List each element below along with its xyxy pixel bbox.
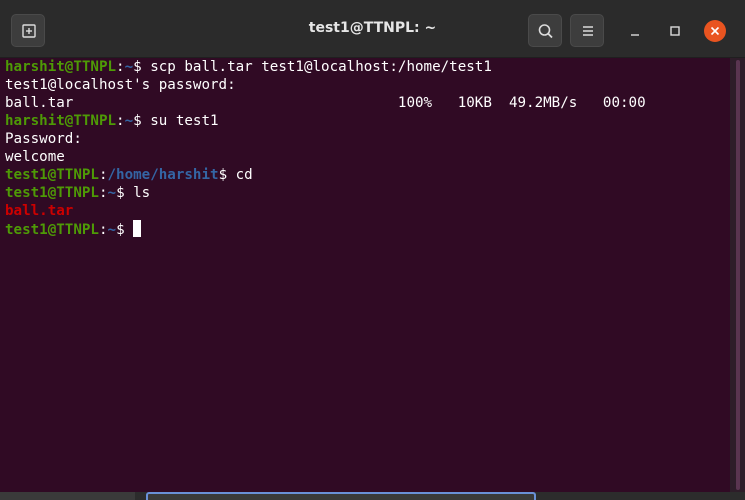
prompt-path: ~ — [107, 222, 117, 238]
prompt-user: test1@TTNPL — [5, 185, 99, 201]
search-button[interactable] — [528, 14, 562, 47]
terminal-window: test1@TTNPL: ~ harshit@TTNPL:~$ scp ball… — [0, 0, 745, 500]
prompt-separator: : — [98, 185, 108, 201]
prompt-user: harshit@TTNPL — [5, 113, 117, 129]
command-text: $ su test1 — [133, 113, 219, 129]
output-text: welcome — [5, 149, 65, 165]
close-button[interactable] — [704, 20, 726, 42]
prompt-separator: : — [116, 59, 125, 75]
prompt-user: harshit@TTNPL — [5, 59, 117, 75]
command-text: $ scp ball.tar test1@localhost:/home/tes… — [133, 59, 492, 75]
output-text: ball.tar 100% 10KB 49.2MB/s 00:00 — [5, 95, 646, 111]
taskbar-item-active[interactable] — [146, 492, 536, 500]
terminal-line: test1@TTNPL:~$ ls — [5, 184, 730, 202]
taskbar-item[interactable] — [0, 492, 135, 500]
prompt-path: /home/harshit — [107, 167, 219, 183]
terminal-line: test1@TTNPL:/home/harshit$ cd — [5, 166, 730, 184]
prompt-path: ~ — [124, 59, 134, 75]
terminal-line: harshit@TTNPL:~$ su test1 — [5, 112, 730, 130]
terminal-line: test1@TTNPL:~$ — [5, 220, 730, 238]
prompt-user: test1@TTNPL — [5, 222, 99, 238]
text-cursor — [133, 220, 142, 237]
prompt-separator: : — [98, 222, 108, 238]
minimize-icon — [631, 34, 639, 36]
prompt-path: ~ — [107, 185, 117, 201]
terminal-line: Password: — [5, 130, 730, 148]
prompt-path: ~ — [124, 113, 134, 129]
terminal-line: welcome — [5, 148, 730, 166]
search-icon — [538, 24, 553, 39]
terminal-output[interactable]: harshit@TTNPL:~$ scp ball.tar test1@loca… — [0, 58, 730, 494]
scrollbar[interactable] — [736, 60, 740, 490]
output-text: test1@localhost's password: — [5, 77, 245, 93]
prompt-separator: : — [98, 167, 108, 183]
title-bar[interactable]: test1@TTNPL: ~ — [0, 0, 745, 58]
command-text: $ ls — [116, 185, 151, 201]
terminal-line: harshit@TTNPL:~$ scp ball.tar test1@loca… — [5, 58, 730, 76]
command-text: $ cd — [218, 167, 253, 183]
terminal-line: ball.tar 100% 10KB 49.2MB/s 00:00 — [5, 94, 730, 112]
prompt-user: test1@TTNPL — [5, 167, 99, 183]
close-icon — [710, 26, 720, 36]
command-text: $ — [116, 222, 134, 238]
maximize-icon — [670, 26, 680, 36]
prompt-separator: : — [116, 113, 125, 129]
output-text: Password: — [5, 131, 91, 147]
hamburger-menu-icon — [583, 26, 593, 36]
menu-button[interactable] — [570, 14, 604, 47]
minimize-button[interactable] — [624, 20, 646, 42]
maximize-button[interactable] — [664, 20, 686, 42]
archive-file-name: ball.tar — [5, 203, 74, 219]
terminal-line: test1@localhost's password: — [5, 76, 730, 94]
terminal-line: ball.tar — [5, 202, 730, 220]
